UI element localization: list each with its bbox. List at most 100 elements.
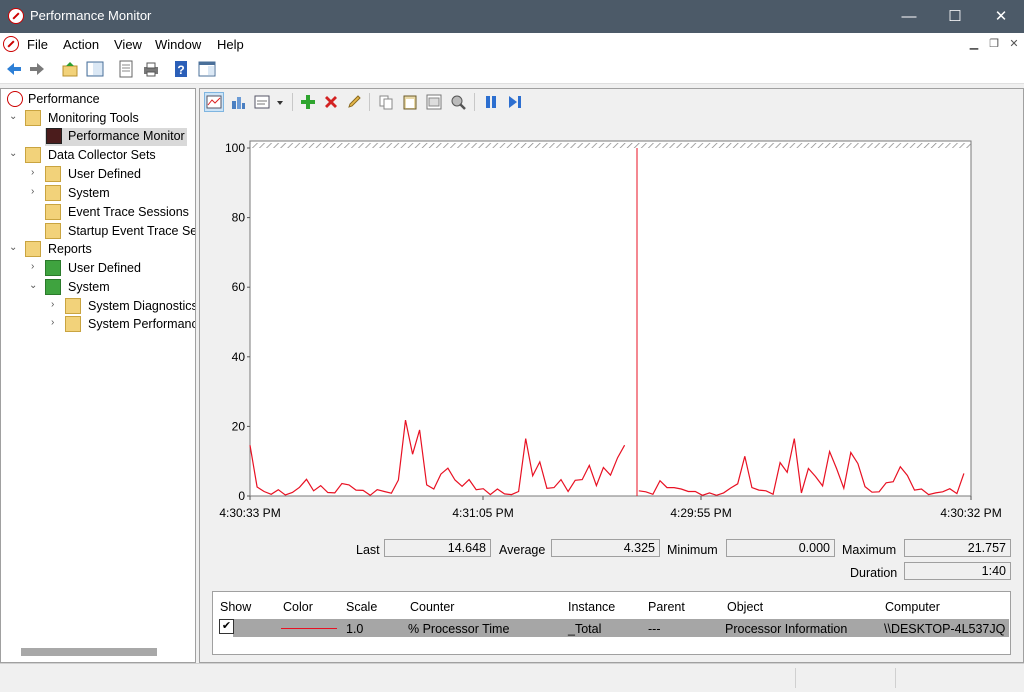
legend-header-computer[interactable]: Computer <box>885 600 940 614</box>
toolbar-separator <box>292 93 293 111</box>
zoom-icon[interactable] <box>449 93 467 111</box>
y-tick-label: 20 <box>232 419 246 433</box>
last-value: 14.648 <box>384 539 491 557</box>
properties-pane-icon[interactable] <box>198 60 216 78</box>
legend-header-scale[interactable]: Scale <box>346 600 377 614</box>
freeze-display-icon[interactable] <box>482 93 500 111</box>
report-system-icon <box>45 279 61 295</box>
forward-arrow-icon[interactable] <box>28 60 46 78</box>
chevron-down-icon[interactable]: ⌄ <box>9 242 19 253</box>
chevron-down-icon[interactable]: ⌄ <box>29 280 39 291</box>
y-tick-label: 100 <box>225 141 245 155</box>
performance-monitor-app-icon <box>8 8 24 24</box>
view-histogram-icon[interactable] <box>229 93 247 111</box>
legend-header-color[interactable]: Color <box>283 600 313 614</box>
toolbar-separator <box>369 93 370 111</box>
chevron-right-icon[interactable]: › <box>31 167 41 178</box>
row-parent: --- <box>648 622 661 636</box>
system-folder-icon <box>45 185 61 201</box>
chevron-right-icon[interactable]: › <box>31 261 41 272</box>
up-folder-icon[interactable] <box>61 60 79 78</box>
average-label: Average <box>499 543 546 557</box>
menu-bar: File Action View Window Help ▁ ❐ ✕ <box>0 33 1024 55</box>
back-arrow-icon[interactable] <box>5 60 23 78</box>
legend-header-parent[interactable]: Parent <box>648 600 685 614</box>
menu-help[interactable]: Help <box>217 37 244 52</box>
x-tick-label: 4:30:32 PM <box>940 506 1001 520</box>
x-tick-label: 4:31:05 PM <box>452 506 513 520</box>
print-icon[interactable] <box>142 60 160 78</box>
status-segment <box>895 668 896 688</box>
add-counter-icon[interactable] <box>299 93 317 111</box>
startup-event-trace-folder-icon <box>45 223 61 239</box>
average-value: 4.325 <box>551 539 660 557</box>
y-tick-label: 40 <box>232 350 246 364</box>
line-graph[interactable]: 100 80 60 40 20 0 4:30:33 PM 4:31:05 PM 4:29:55… <box>200 115 1023 525</box>
chevron-right-icon[interactable]: › <box>51 317 61 328</box>
child-restore-button[interactable]: ❐ <box>985 35 1003 53</box>
menu-window[interactable]: Window <box>155 37 201 52</box>
child-close-button[interactable]: ✕ <box>1005 35 1023 53</box>
y-tick-label: 0 <box>238 489 245 503</box>
row-object: Processor Information <box>725 622 848 636</box>
y-tick-label: 80 <box>232 211 246 225</box>
row-counter: % Processor Time <box>408 622 510 636</box>
delete-counter-icon[interactable] <box>322 93 340 111</box>
child-minimize-button[interactable]: ▁ <box>965 35 983 53</box>
properties-icon[interactable] <box>425 93 443 111</box>
export-list-icon[interactable] <box>117 60 135 78</box>
data-collector-sets-icon <box>25 147 41 163</box>
system-performance-icon <box>65 316 81 332</box>
toolbar-separator <box>474 93 475 111</box>
graph-toolbar <box>200 89 1023 115</box>
show-hide-console-tree-icon[interactable] <box>86 60 104 78</box>
chevron-down-icon[interactable]: ⌄ <box>9 148 19 159</box>
highlight-pencil-icon[interactable] <box>345 93 363 111</box>
child-window-icon[interactable] <box>3 36 19 52</box>
chevron-down-icon[interactable]: ⌄ <box>9 111 19 122</box>
row-scale: 1.0 <box>346 622 364 636</box>
legend-header-object[interactable]: Object <box>727 600 763 614</box>
user-defined-folder-icon <box>45 166 61 182</box>
show-checkbox[interactable]: ✔ <box>219 619 234 634</box>
tree-horizontal-scrollbar[interactable] <box>21 648 157 656</box>
performance-monitor-pane: 100 80 60 40 20 0 4:30:33 PM 4:31:05 PM 4:29:55… <box>199 88 1024 663</box>
minimum-value: 0.000 <box>726 539 835 557</box>
maximize-button[interactable]: ☐ <box>932 0 978 33</box>
maximum-value: 21.757 <box>904 539 1011 557</box>
change-graph-type-icon[interactable] <box>253 93 271 111</box>
legend-header-counter[interactable]: Counter <box>410 600 454 614</box>
menu-file[interactable]: File <box>27 37 48 52</box>
maximum-label: Maximum <box>842 543 897 557</box>
help-icon[interactable]: ? <box>173 60 191 78</box>
legend-header-instance[interactable]: Instance <box>568 600 615 614</box>
paste-counter-list-icon[interactable] <box>401 93 419 111</box>
update-data-icon[interactable] <box>506 93 524 111</box>
graph-type-dropdown-icon[interactable] <box>275 93 285 111</box>
tree-item-performance-monitor[interactable]: Performance Monitor <box>45 128 187 146</box>
plot-area <box>249 140 972 497</box>
menu-view[interactable]: View <box>114 37 142 52</box>
minimum-label: Minimum <box>667 543 718 557</box>
row-computer: \\DESKTOP-4L537JQ <box>884 622 1006 636</box>
main-toolbar: ? <box>0 55 1024 84</box>
svg-text:?: ? <box>177 63 184 77</box>
x-tick-label: 4:29:55 PM <box>670 506 731 520</box>
minimize-button[interactable]: — <box>886 0 932 33</box>
copy-properties-icon[interactable] <box>377 93 395 111</box>
menu-action[interactable]: Action <box>63 37 99 52</box>
close-button[interactable]: ✕ <box>978 0 1024 33</box>
reports-icon <box>25 241 41 257</box>
view-graph-icon[interactable] <box>204 92 224 112</box>
title-bar: Performance Monitor — ☐ ✕ <box>0 0 1024 33</box>
event-trace-folder-icon <box>45 204 61 220</box>
chevron-right-icon[interactable]: › <box>51 299 61 310</box>
chevron-right-icon[interactable]: › <box>31 186 41 197</box>
console-tree: Performance ⌄ Monitoring Tools Performan… <box>0 88 196 663</box>
report-user-defined-icon <box>45 260 61 276</box>
legend-header-show[interactable]: Show <box>220 600 251 614</box>
last-label: Last <box>356 543 380 557</box>
graph-top-hatch <box>250 143 971 148</box>
system-diagnostics-icon <box>65 298 81 314</box>
status-segment <box>795 668 796 688</box>
